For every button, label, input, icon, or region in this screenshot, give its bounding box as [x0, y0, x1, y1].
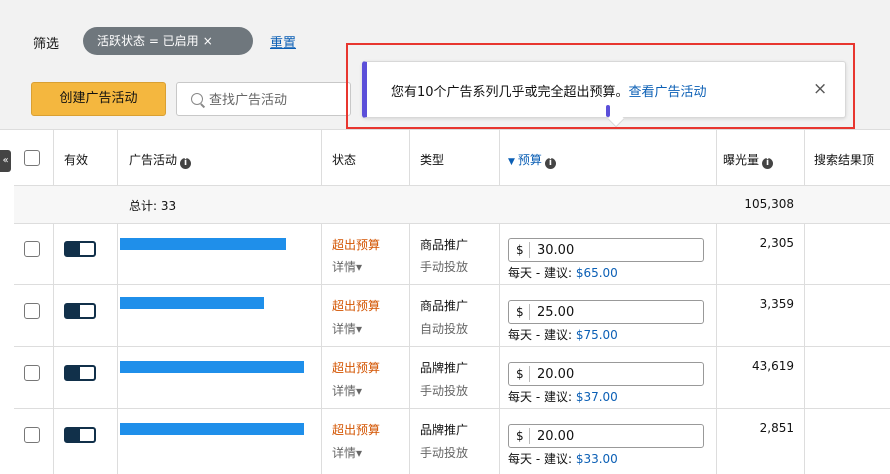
info-icon[interactable]: i: [762, 158, 774, 169]
info-icon[interactable]: i: [544, 158, 556, 169]
notification-text: 您有10个广告系列几乎或完全超出预算。: [391, 85, 629, 100]
status-label[interactable]: 超出预算: [332, 421, 380, 438]
currency-symbol: $: [516, 429, 524, 443]
select-all-checkbox[interactable]: [24, 150, 40, 166]
budget-input[interactable]: [537, 365, 697, 383]
details-dropdown[interactable]: 详情▾: [332, 258, 362, 275]
row-checkbox[interactable]: [24, 365, 40, 381]
active-toggle[interactable]: [64, 241, 96, 257]
info-icon[interactable]: i: [180, 158, 192, 169]
search-input[interactable]: [209, 89, 347, 111]
budget-field[interactable]: $: [508, 362, 704, 386]
status-label[interactable]: 超出预算: [332, 236, 380, 253]
notification-message: 您有10个广告系列几乎或完全超出预算。查看广告活动: [391, 81, 707, 100]
header-impressions-label: 曝光量: [723, 153, 760, 167]
header-type[interactable]: 类型: [420, 151, 444, 168]
campaign-type: 品牌推广: [420, 361, 469, 375]
suggestion-prefix: 每天 - 建议:: [508, 390, 576, 404]
details-dropdown[interactable]: 详情▾: [332, 320, 362, 337]
status-label[interactable]: 超出预算: [332, 297, 380, 314]
create-campaign-button[interactable]: 创建广告活动: [31, 82, 166, 116]
campaign-name-redacted: [120, 297, 264, 309]
suggested-budget-link[interactable]: $65.00: [576, 266, 618, 280]
row-checkbox[interactable]: [24, 303, 40, 319]
header-campaign[interactable]: 广告活动 i: [129, 151, 192, 169]
budget-input[interactable]: [537, 427, 697, 445]
budget-suggestion: 每天 - 建议: $37.00: [508, 388, 618, 405]
search-box[interactable]: [176, 82, 351, 116]
suggested-budget-link[interactable]: $37.00: [576, 390, 618, 404]
sort-desc-icon: ▼: [508, 157, 515, 167]
campaign-name-redacted: [120, 238, 286, 250]
details-dropdown[interactable]: 详情▾: [332, 382, 362, 399]
active-toggle[interactable]: [64, 427, 96, 443]
impressions-value: 3,359: [759, 297, 794, 311]
campaign-name-redacted: [120, 423, 304, 435]
budget-field[interactable]: $: [508, 300, 704, 324]
suggested-budget-link[interactable]: $33.00: [576, 452, 618, 466]
budget-field[interactable]: $: [508, 238, 704, 262]
table-row: 超出预算 详情▾ 商品推广 手动投放 $ 每天 - 建议: $65.00 2,3…: [14, 224, 890, 285]
details-dropdown[interactable]: 详情▾: [332, 444, 362, 461]
campaign-type: 商品推广: [420, 299, 469, 313]
collapse-sidebar-button[interactable]: «: [0, 150, 11, 172]
targeting-type: 自动投放: [420, 322, 469, 336]
impressions-value: 43,619: [752, 359, 794, 373]
currency-symbol: $: [516, 243, 524, 257]
campaign-type: 品牌推广: [420, 423, 469, 437]
header-active: 有效: [64, 153, 89, 167]
view-campaigns-link[interactable]: 查看广告活动: [629, 85, 707, 100]
budget-input[interactable]: [537, 303, 697, 321]
suggestion-prefix: 每天 - 建议:: [508, 328, 576, 342]
row-checkbox[interactable]: [24, 427, 40, 443]
targeting-type: 手动投放: [420, 260, 469, 274]
status-label[interactable]: 超出预算: [332, 359, 380, 376]
campaign-name-redacted: [120, 361, 304, 373]
targeting-type: 手动投放: [420, 384, 469, 398]
header-impressions[interactable]: 曝光量 i: [723, 151, 774, 169]
total-row: 总计: 33 105,308: [14, 186, 890, 224]
currency-symbol: $: [516, 305, 524, 319]
suggestion-prefix: 每天 - 建议:: [508, 266, 576, 280]
row-checkbox[interactable]: [24, 241, 40, 257]
header-search-top[interactable]: 搜索结果顶: [814, 151, 874, 168]
campaign-type: 商品推广: [420, 238, 469, 252]
budget-suggestion: 每天 - 建议: $33.00: [508, 450, 618, 467]
suggestion-prefix: 每天 - 建议:: [508, 452, 576, 466]
budget-notification: 您有10个广告系列几乎或完全超出预算。查看广告活动 ×: [362, 61, 846, 128]
active-toggle[interactable]: [64, 303, 96, 319]
header-status[interactable]: 状态: [332, 151, 356, 168]
budget-input[interactable]: [537, 241, 697, 259]
table-header-row: 有效 广告活动 i 状态 类型 ▼ 预算 i 曝光量 i 搜索结果顶: [14, 130, 890, 186]
currency-symbol: $: [516, 367, 524, 381]
impressions-value: 2,305: [759, 236, 794, 250]
budget-suggestion: 每天 - 建议: $65.00: [508, 264, 618, 281]
header-budget-label: 预算: [517, 153, 542, 167]
total-label: 总计: 33: [129, 199, 177, 213]
close-icon[interactable]: ×: [813, 79, 827, 99]
active-toggle[interactable]: [64, 365, 96, 381]
budget-field[interactable]: $: [508, 424, 704, 448]
total-impressions: 105,308: [744, 197, 794, 211]
targeting-type: 手动投放: [420, 446, 469, 460]
header-budget[interactable]: ▼ 预算 i: [508, 151, 556, 169]
search-icon: [191, 93, 203, 105]
table-row: 超出预算 详情▾ 品牌推广 手动投放 $ 每天 - 建议: $37.00 43,…: [14, 347, 890, 409]
reset-link[interactable]: 重置: [270, 32, 296, 51]
table-row: 超出预算 详情▾ 商品推广 自动投放 $ 每天 - 建议: $75.00 3,3…: [14, 285, 890, 347]
filter-chip[interactable]: 活跃状态 = 已启用 ×: [83, 27, 253, 55]
filter-label: 筛选: [33, 37, 60, 52]
filter-chip-label: 活跃状态 = 已启用: [97, 34, 199, 48]
suggested-budget-link[interactable]: $75.00: [576, 328, 618, 342]
chip-close-icon[interactable]: ×: [203, 34, 213, 48]
impressions-value: 2,851: [759, 421, 794, 435]
header-campaign-label: 广告活动: [129, 153, 178, 167]
budget-suggestion: 每天 - 建议: $75.00: [508, 326, 618, 343]
table-row: 超出预算 详情▾ 品牌推广 手动投放 $ 每天 - 建议: $33.00 2,8…: [14, 409, 890, 474]
